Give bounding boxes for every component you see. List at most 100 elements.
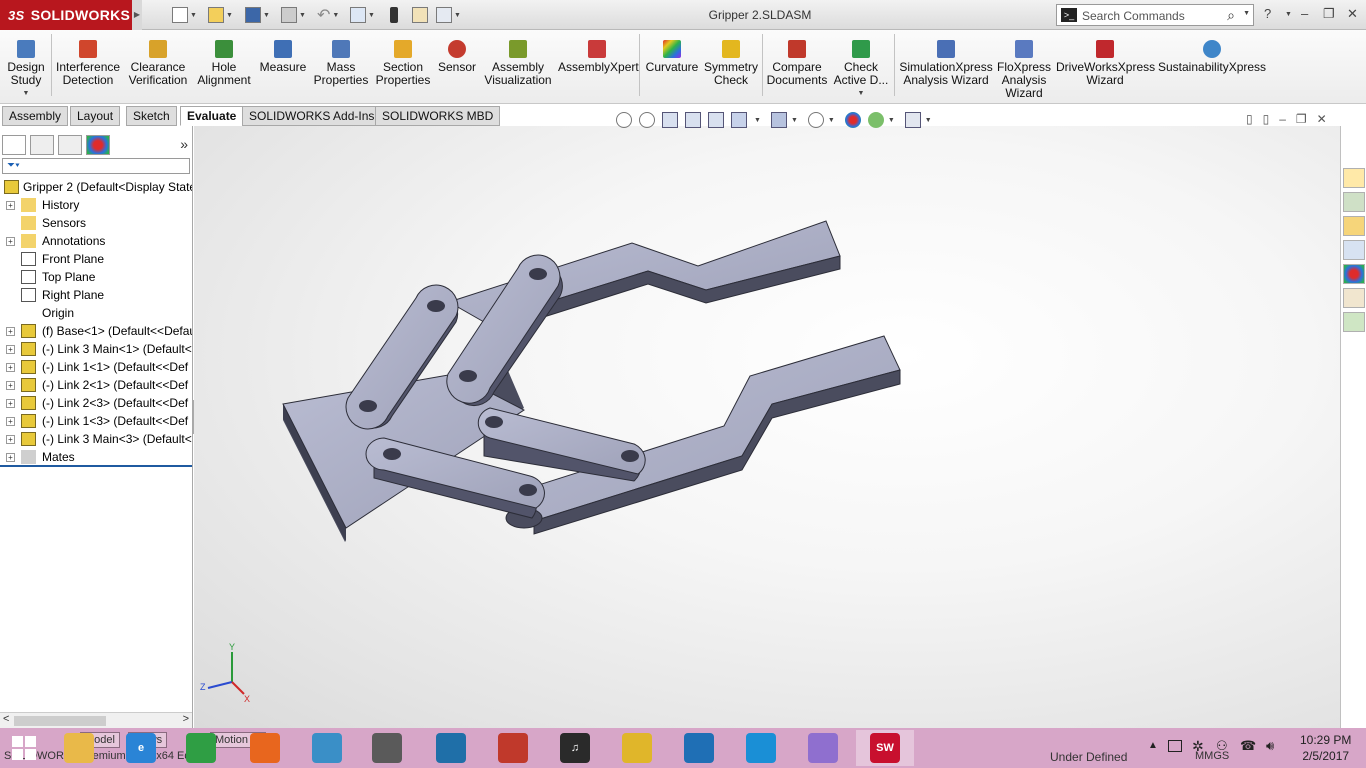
display-style-icon[interactable] (770, 112, 787, 128)
search-commands-field[interactable]: >_ Search Commands ⌕ ▼ (1056, 4, 1254, 26)
taskbar-itunes[interactable]: ♫ (546, 730, 604, 766)
tree-item[interactable]: + History (0, 196, 192, 214)
zoom-to-fit-icon[interactable] (616, 112, 632, 128)
new-document-button[interactable]: ▼ (172, 6, 197, 24)
gripper-assembly-model[interactable] (194, 126, 1340, 728)
taskbar-firefox[interactable] (236, 730, 294, 766)
start-button[interactable] (0, 728, 48, 768)
volume-icon[interactable]: 🔊︎ (1266, 738, 1274, 754)
edit-appearance-icon[interactable] (844, 112, 861, 128)
horizontal-scrollbar[interactable]: < > (0, 712, 192, 728)
tree-item[interactable]: + (-) Link 2<3> (Default<<Def (0, 394, 192, 412)
display-manager-tab-icon[interactable] (86, 135, 110, 155)
help-icon[interactable]: ? (1264, 6, 1271, 21)
print-button[interactable]: ▼ (281, 6, 306, 24)
search-icon[interactable]: ⌕ (1227, 7, 1235, 24)
design-library-icon[interactable] (1343, 192, 1365, 212)
hide-show-items-icon[interactable] (807, 112, 824, 128)
floxpress-button[interactable]: FloXpress Analysis Wizard (996, 34, 1052, 100)
chevron-down-icon[interactable]: ▼ (754, 117, 761, 124)
chevron-down-icon[interactable]: ▼ (888, 117, 895, 124)
measure-button[interactable]: Measure (258, 34, 308, 74)
taskbar-solidworks-2015[interactable]: SW (856, 730, 914, 766)
apply-scene-icon[interactable] (867, 112, 884, 128)
taskbar-dolphin-app[interactable] (670, 730, 728, 766)
save-button[interactable]: ▼ (245, 6, 270, 24)
section-properties-button[interactable]: Section Properties (374, 34, 432, 87)
file-explorer-icon[interactable] (1343, 216, 1365, 236)
graphics-area[interactable]: Y Z X (194, 126, 1340, 728)
clearance-verification-button[interactable]: Clearance Verification (126, 34, 190, 87)
tree-item[interactable]: + (f) Base<1> (Default<<Defau (0, 322, 192, 340)
device-icon[interactable]: ⚇ (1216, 738, 1228, 754)
taskbar-paint[interactable] (794, 730, 852, 766)
chevron-down-icon[interactable]: ▼ (1243, 10, 1250, 17)
taskbar-file-explorer[interactable] (50, 730, 108, 766)
taskbar-wifi[interactable] (732, 730, 790, 766)
viewport-minimize-icon[interactable]: – (1279, 112, 1286, 126)
tree-item[interactable]: + (-) Link 3 Main<1> (Default< (0, 340, 192, 358)
section-view-icon[interactable] (685, 112, 701, 128)
appearances-scenes-icon[interactable] (1343, 264, 1365, 284)
scroll-right-icon[interactable]: > (183, 713, 189, 725)
solidworks-logo[interactable]: 3S SOLIDWORKS (0, 0, 132, 30)
help-dropdown-icon[interactable]: ▼ (1285, 11, 1292, 18)
taskbar-settings-laptop[interactable] (358, 730, 416, 766)
configuration-manager-tab-icon[interactable] (58, 135, 82, 155)
view-settings-icon[interactable] (904, 112, 921, 128)
tree-item[interactable]: Origin (0, 304, 192, 322)
tree-item[interactable]: + (-) Link 2<1> (Default<<Def (0, 376, 192, 394)
chevron-down-icon[interactable]: ▼ (925, 117, 932, 124)
hole-alignment-button[interactable]: Hole Alignment (196, 34, 252, 87)
show-hidden-icons-icon[interactable]: ▲ (1148, 740, 1158, 751)
tab-assembly[interactable]: Assembly (2, 106, 69, 126)
tab-solidworks-mbd[interactable]: SOLIDWORKS MBD (375, 106, 501, 126)
scroll-thumb[interactable] (14, 716, 106, 726)
menu-expand-arrow-icon[interactable]: ▶ (132, 0, 142, 30)
tab-solidworks-add-ins[interactable]: SOLIDWORKS Add-Ins (242, 106, 382, 126)
expand-icon[interactable]: + (6, 453, 15, 462)
solidworks-forum-icon[interactable] (1343, 312, 1365, 332)
tree-item[interactable]: Sensors (0, 214, 192, 232)
tab-evaluate[interactable]: Evaluate (180, 106, 244, 126)
interference-detection-button[interactable]: Interference Detection (56, 34, 120, 87)
minimize-icon[interactable]: – (1301, 6, 1308, 21)
dynamic-annotation-icon[interactable] (708, 112, 724, 128)
assembly-visualization-button[interactable]: Assembly Visualization (482, 34, 554, 87)
keyboard-icon[interactable] (1168, 740, 1182, 752)
mass-properties-button[interactable]: Mass Properties (312, 34, 370, 87)
taskbar-store[interactable] (172, 730, 230, 766)
viewport-restore-icon[interactable]: ❐ (1296, 112, 1307, 126)
undo-button[interactable]: ↶ ▼ (317, 6, 339, 24)
feature-tree-tab-icon[interactable] (2, 135, 26, 155)
tree-item[interactable]: Right Plane (0, 286, 192, 304)
expand-icon[interactable]: + (6, 399, 15, 408)
open-button[interactable]: ▼ (208, 6, 233, 24)
view-orientation-icon[interactable] (731, 112, 747, 128)
tree-item[interactable]: Top Plane (0, 268, 192, 286)
taskbar-video[interactable] (422, 730, 480, 766)
expand-icon[interactable]: + (6, 417, 15, 426)
tile-vertical-icon[interactable]: ▯ (1263, 112, 1270, 126)
check-active-document-button[interactable]: Check Active D... ▼ (832, 34, 890, 100)
expand-icon[interactable]: + (6, 327, 15, 336)
collapse-panel-icon[interactable]: » (180, 136, 188, 152)
expand-icon[interactable]: + (6, 363, 15, 372)
close-icon[interactable]: ✕ (1347, 6, 1358, 22)
taskbar-internet-explorer[interactable]: e (112, 730, 170, 766)
tab-sketch[interactable]: Sketch (126, 106, 177, 126)
driveworksxpress-button[interactable]: DriveWorksXpress Wizard (1056, 34, 1155, 87)
assemblyxpert-button[interactable]: AssemblyXpert (558, 34, 639, 74)
expand-icon[interactable]: + (6, 381, 15, 390)
chevron-down-icon[interactable]: ▼ (791, 117, 798, 124)
sensor-button[interactable]: Sensor (436, 34, 478, 74)
taskbar-dvd-player[interactable] (298, 730, 356, 766)
expand-icon[interactable]: + (6, 345, 15, 354)
select-button[interactable]: ▼ (350, 6, 375, 24)
tab-layout[interactable]: Layout (70, 106, 121, 126)
tree-item[interactable]: + Annotations (0, 232, 192, 250)
restore-icon[interactable]: ❐ (1323, 6, 1335, 22)
design-study-button[interactable]: Design Study ▼ (4, 34, 48, 100)
symmetry-check-button[interactable]: Symmetry Check (704, 34, 758, 87)
scroll-left-icon[interactable]: < (3, 713, 9, 725)
